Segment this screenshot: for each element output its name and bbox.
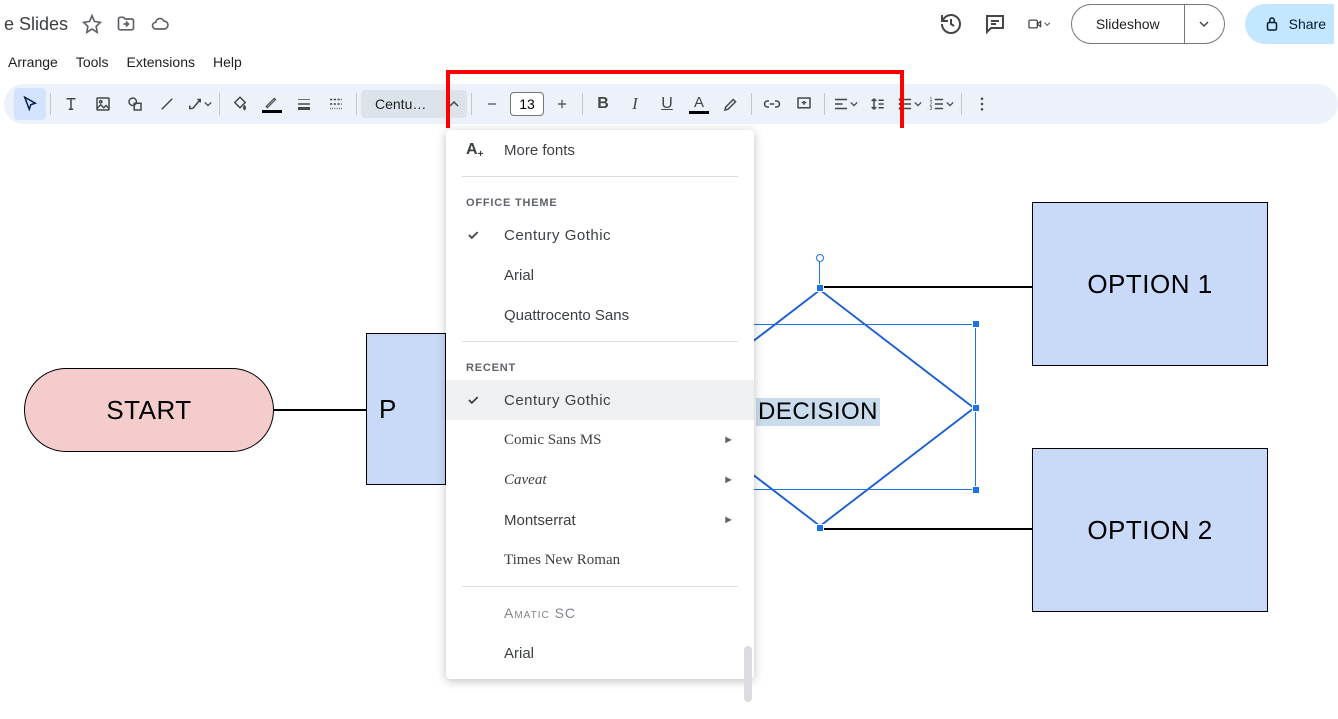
numbered-list[interactable]: 123 xyxy=(925,88,957,120)
menu-bar: ArrangeToolsExtensionsHelp xyxy=(0,48,1338,76)
border-dash[interactable] xyxy=(320,88,352,120)
rotate-handle[interactable] xyxy=(816,254,824,262)
font-option-label: Arial xyxy=(504,267,534,284)
font-option[interactable]: Century Gothic xyxy=(446,380,754,420)
insert-comment[interactable] xyxy=(788,88,820,120)
share-label: Share xyxy=(1289,16,1326,32)
doc-title[interactable]: e Slides xyxy=(4,14,68,35)
font-panel[interactable]: A+ More fonts OFFICE THEME Century Gothi… xyxy=(446,130,754,679)
comments-icon[interactable] xyxy=(983,12,1007,36)
font-option[interactable]: Amatic SC xyxy=(446,593,754,633)
check-icon xyxy=(466,228,482,242)
decision-label[interactable]: DECISION xyxy=(756,398,880,426)
connector[interactable] xyxy=(274,409,366,411)
add-font-icon: A+ xyxy=(466,141,482,159)
slideshow-dropdown[interactable] xyxy=(1185,4,1225,44)
font-option-label: Amatic SC xyxy=(504,605,576,621)
resize-handle[interactable] xyxy=(816,524,824,532)
font-section-office: OFFICE THEME xyxy=(446,183,754,215)
font-family-label: Centu… xyxy=(375,96,426,112)
svg-text:3: 3 xyxy=(930,106,933,112)
font-option[interactable]: Caveat ► xyxy=(446,460,754,500)
font-option-label: Century Gothic xyxy=(504,227,611,244)
menu-tools[interactable]: Tools xyxy=(68,50,117,74)
font-option-label: Times New Roman xyxy=(504,552,620,569)
more-fonts-label: More fonts xyxy=(504,142,575,159)
cloud-status-icon[interactable] xyxy=(150,14,170,34)
resize-handle[interactable] xyxy=(972,486,980,494)
fill-color[interactable] xyxy=(224,88,256,120)
bold-button[interactable]: B xyxy=(587,88,619,120)
font-size-group xyxy=(476,88,578,120)
underline-button[interactable]: U xyxy=(651,88,683,120)
highlight-button[interactable] xyxy=(715,88,747,120)
slideshow-button-group: Slideshow xyxy=(1071,4,1225,44)
italic-button[interactable]: I xyxy=(619,88,651,120)
align-button[interactable] xyxy=(829,88,861,120)
submenu-icon: ► xyxy=(723,434,734,446)
font-option[interactable]: Arial xyxy=(446,633,754,673)
line-spacing[interactable] xyxy=(861,88,893,120)
menu-help[interactable]: Help xyxy=(205,50,250,74)
menu-extensions[interactable]: Extensions xyxy=(119,50,203,74)
shape-process[interactable]: P xyxy=(366,333,446,485)
font-option-label: Montserrat xyxy=(504,512,576,529)
submenu-icon: ► xyxy=(723,514,734,526)
font-option-label: Arial xyxy=(504,645,534,662)
text-color-button[interactable]: A xyxy=(683,88,715,120)
resize-handle[interactable] xyxy=(972,404,980,412)
toolbar: Centu… B I U A xyxy=(4,84,1338,124)
font-option[interactable]: Arial xyxy=(446,255,754,295)
menu-arrange[interactable]: Arrange xyxy=(0,50,66,74)
share-button[interactable]: Share xyxy=(1245,4,1334,44)
font-option[interactable]: Montserrat ► xyxy=(446,500,754,540)
image-tool[interactable] xyxy=(87,88,119,120)
textbox-tool[interactable] xyxy=(55,88,87,120)
increase-fontsize[interactable] xyxy=(546,88,578,120)
decrease-fontsize[interactable] xyxy=(476,88,508,120)
font-family-dropdown[interactable]: Centu… xyxy=(361,90,467,118)
connector-tool[interactable] xyxy=(183,88,215,120)
select-tool[interactable] xyxy=(14,88,46,120)
border-weight[interactable] xyxy=(288,88,320,120)
font-panel-scrollbar[interactable] xyxy=(744,646,752,702)
font-option-label: Caveat xyxy=(504,472,547,489)
resize-handle[interactable] xyxy=(972,320,980,328)
resize-handle[interactable] xyxy=(816,284,824,292)
font-option-label: Comic Sans MS xyxy=(504,432,602,449)
font-option-label: Quattrocento Sans xyxy=(504,307,629,324)
more-options[interactable] xyxy=(966,88,998,120)
submenu-icon: ► xyxy=(723,474,734,486)
more-fonts-row[interactable]: A+ More fonts xyxy=(446,130,754,170)
shape-option2[interactable]: OPTION 2 xyxy=(1032,448,1268,612)
present-video-icon[interactable] xyxy=(1027,12,1051,36)
right-actions: Slideshow Share xyxy=(939,4,1338,44)
font-option[interactable]: Times New Roman xyxy=(446,540,754,580)
insert-link[interactable] xyxy=(756,88,788,120)
font-option-label: Century Gothic xyxy=(504,392,611,409)
connector[interactable] xyxy=(818,528,1032,530)
app-bar: e Slides Slideshow Share xyxy=(0,0,1338,48)
star-icon[interactable] xyxy=(82,14,102,34)
line-tool[interactable] xyxy=(151,88,183,120)
font-option[interactable]: Quattrocento Sans xyxy=(446,295,754,335)
shape-start[interactable]: START xyxy=(24,368,274,452)
title-area: e Slides xyxy=(4,14,170,35)
history-icon[interactable] xyxy=(939,12,963,36)
font-option[interactable]: Comic Sans MS ► xyxy=(446,420,754,460)
check-icon xyxy=(466,393,482,407)
font-size-input[interactable] xyxy=(510,92,544,116)
border-color[interactable] xyxy=(256,88,288,120)
move-folder-icon[interactable] xyxy=(116,14,136,34)
bulleted-list[interactable] xyxy=(893,88,925,120)
slideshow-button[interactable]: Slideshow xyxy=(1071,4,1185,44)
font-option[interactable]: Century Gothic xyxy=(446,215,754,255)
font-section-recent: RECENT xyxy=(446,348,754,380)
shape-tool[interactable] xyxy=(119,88,151,120)
shape-option1[interactable]: OPTION 1 xyxy=(1032,202,1268,366)
